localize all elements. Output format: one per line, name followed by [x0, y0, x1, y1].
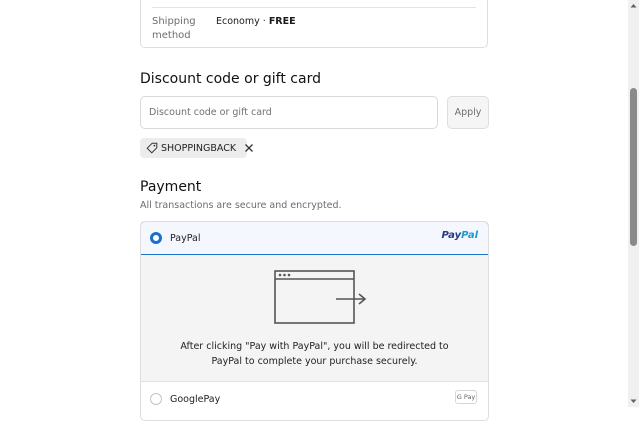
paypal-redirect-message: After clicking "Pay with PayPal", you wi… [180, 341, 449, 367]
payment-heading: Payment [140, 179, 202, 195]
paypal-label: PayPal [170, 232, 201, 244]
payment-methods: PayPal PayPal After clicking "Pay with P… [140, 221, 489, 421]
tag-icon [146, 142, 158, 154]
shipping-summary-card: Shipping method Economy · FREE [140, 0, 488, 48]
paypal-logo-icon: PayPal [441, 230, 478, 241]
discount-heading: Discount code or gift card [140, 71, 321, 87]
scrollbar-thumb[interactable] [630, 88, 637, 246]
checkout-page: Shipping method Economy · FREE Discount … [0, 0, 628, 421]
googlepay-label: GooglePay [170, 393, 221, 405]
shipping-price: FREE [268, 16, 296, 27]
paypal-redirect-panel: After clicking "Pay with PayPal", you wi… [141, 255, 488, 382]
browser-redirect-icon [274, 270, 368, 330]
shipping-separator: · [259, 16, 269, 27]
paypal-radio[interactable] [150, 232, 162, 244]
payment-option-paypal[interactable]: PayPal PayPal [141, 222, 488, 255]
applied-discount-chip: SHOPPINGBACK [140, 138, 254, 158]
scroll-down-arrow-icon[interactable] [628, 396, 639, 407]
google-pay-icon: G Pay [455, 390, 477, 404]
divider [152, 7, 476, 8]
discount-code-input[interactable] [140, 96, 438, 129]
vertical-scrollbar[interactable] [628, 0, 639, 407]
scroll-up-arrow-icon[interactable] [628, 0, 639, 11]
remove-discount-close-icon[interactable] [244, 143, 254, 153]
apply-button[interactable]: Apply [447, 96, 489, 129]
shipping-method-name: Economy [216, 16, 260, 27]
payment-option-googlepay[interactable]: GooglePay G Pay [141, 382, 488, 416]
googlepay-radio[interactable] [150, 393, 162, 405]
shipping-method-value: Economy · FREE [216, 16, 296, 27]
applied-discount-code: SHOPPINGBACK [161, 142, 237, 154]
shipping-method-label: Shipping method [152, 16, 196, 41]
payment-subtext: All transactions are secure and encrypte… [140, 200, 342, 211]
